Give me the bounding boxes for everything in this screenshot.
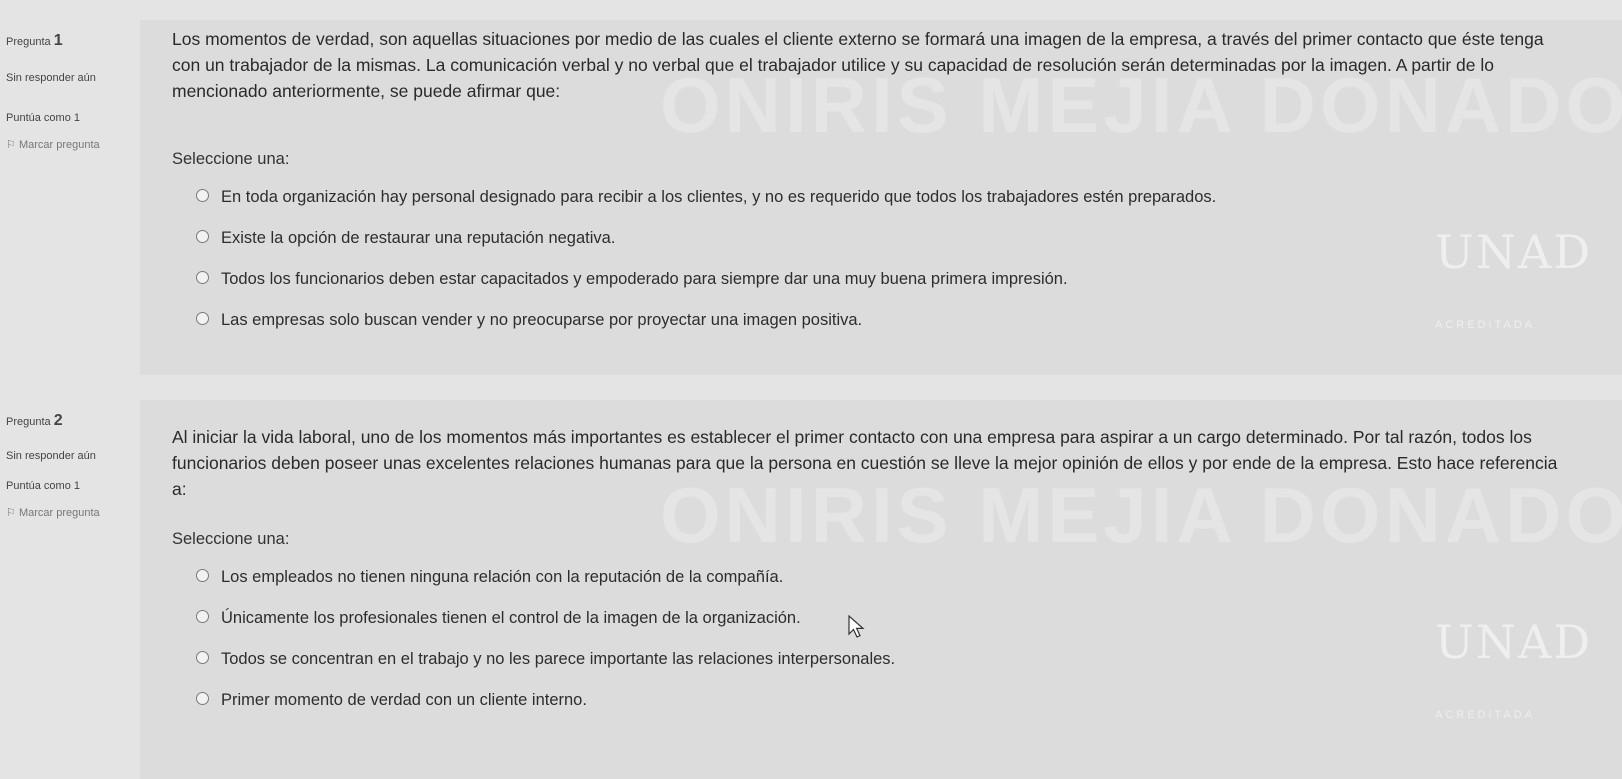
radio-icon[interactable] (196, 651, 209, 665)
unad-logo-text: UNAD (1435, 225, 1593, 279)
question-label: Pregunta (6, 36, 51, 48)
unad-logo-watermark: UNAD ACREDITADA (1435, 615, 1592, 721)
unad-logo-text: UNAD (1435, 615, 1593, 669)
flag-icon: ⚐ (6, 507, 16, 519)
answer-option[interactable]: Únicamente los profesionales tienen el c… (196, 605, 895, 631)
mouse-pointer-icon (848, 615, 865, 638)
radio-icon[interactable] (196, 271, 209, 285)
answer-option[interactable]: Todos se concentran en el trabajo y no l… (196, 646, 895, 672)
answer-options: Los empleados no tienen ninguna relación… (196, 564, 895, 728)
answer-options: En toda organización hay personal design… (196, 184, 1216, 348)
flag-question-link[interactable]: ⚐ Marcar pregunta (6, 138, 100, 151)
select-one-prompt: Seleccione una: (172, 150, 290, 168)
answer-option-label: Existe la opción de restaurar una reputa… (221, 229, 616, 247)
unad-logo-watermark: UNAD ACREDITADA (1435, 225, 1592, 331)
answer-option-label: Todos se concentran en el trabajo y no l… (221, 650, 896, 668)
answer-option-label: Los empleados no tienen ninguna relación… (221, 568, 784, 586)
question-number: Pregunta 2 (6, 412, 63, 430)
question-formulation: ONIRIS MEJIA DONADO UNAD ACREDITADA Al i… (140, 400, 1622, 779)
question-state: Sin responder aún (6, 72, 96, 84)
radio-icon[interactable] (196, 692, 209, 706)
question-state: Sin responder aún (6, 450, 96, 462)
accredited-text: ACREDITADA (1435, 709, 1536, 721)
answer-option-label: Las empresas solo buscan vender y no pre… (221, 311, 863, 329)
question-number-value: 2 (53, 412, 63, 429)
answer-option[interactable]: Las empresas solo buscan vender y no pre… (196, 307, 1216, 333)
select-one-prompt: Seleccione una: (172, 530, 290, 548)
question-text: Al iniciar la vida laboral, uno de los m… (172, 427, 1558, 499)
question-number-value: 1 (53, 32, 63, 49)
answer-option-label: Únicamente los profesionales tienen el c… (221, 609, 801, 627)
answer-option[interactable]: En toda organización hay personal design… (196, 184, 1216, 210)
answer-option-label: Todos los funcionarios deben estar capac… (221, 270, 1068, 288)
question-1: Pregunta 1 Sin responder aún Puntúa como… (0, 20, 1622, 375)
radio-icon[interactable] (196, 230, 209, 244)
question-info: Pregunta 1 Sin responder aún Puntúa como… (0, 20, 140, 375)
question-label: Pregunta (6, 416, 51, 428)
flag-question-label: Marcar pregunta (18, 507, 100, 519)
question-grade: Puntúa como 1 (6, 480, 80, 492)
radio-icon[interactable] (196, 312, 209, 326)
radio-icon[interactable] (196, 189, 209, 203)
flag-question-link[interactable]: ⚐ Marcar pregunta (6, 506, 100, 519)
question-number: Pregunta 1 (6, 32, 63, 50)
question-text: Los momentos de verdad, son aquellas sit… (172, 29, 1544, 101)
accredited-text: ACREDITADA (1435, 319, 1536, 331)
question-grade: Puntúa como 1 (6, 112, 80, 124)
flag-question-label: Marcar pregunta (18, 139, 100, 151)
answer-option[interactable]: Todos los funcionarios deben estar capac… (196, 266, 1216, 292)
radio-icon[interactable] (196, 569, 209, 583)
question-info: Pregunta 2 Sin responder aún Puntúa como… (0, 400, 140, 779)
question-formulation: ONIRIS MEJIA DONADO UNAD ACREDITADA Los … (140, 20, 1622, 375)
answer-option-label: Primer momento de verdad con un cliente … (221, 691, 587, 709)
answer-option-label: En toda organización hay personal design… (221, 188, 1217, 206)
answer-option[interactable]: Existe la opción de restaurar una reputa… (196, 225, 1216, 251)
answer-option[interactable]: Primer momento de verdad con un cliente … (196, 687, 895, 713)
answer-option[interactable]: Los empleados no tienen ninguna relación… (196, 564, 895, 590)
flag-icon: ⚐ (6, 139, 16, 151)
radio-icon[interactable] (196, 610, 209, 624)
question-2: Pregunta 2 Sin responder aún Puntúa como… (0, 400, 1622, 779)
